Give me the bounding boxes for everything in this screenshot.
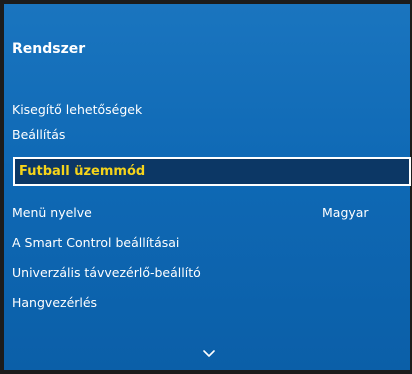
chevron-down-icon[interactable]	[203, 350, 215, 358]
menu-item-label: Univerzális távvezérlő-beállító	[12, 265, 201, 280]
menu-item-label: Menü nyelve	[12, 205, 92, 220]
menu-item-voice-control[interactable]: Hangvezérlés	[12, 293, 406, 313]
menu-item-universal-remote-setup[interactable]: Univerzális távvezérlő-beállító	[12, 263, 406, 283]
menu-item-label: Beállítás	[12, 127, 66, 142]
menu-item-accessibility[interactable]: Kisegítő lehetőségek	[12, 100, 406, 120]
menu-item-smart-control-settings[interactable]: A Smart Control beállításai	[12, 233, 406, 253]
menu-item-menu-language[interactable]: Menü nyelve Magyar	[12, 203, 406, 223]
menu-item-label: Futball üzemmód	[19, 164, 146, 179]
settings-menu-panel: Rendszer Kisegítő lehetőségek Beállítás …	[4, 4, 411, 370]
menu-item-label: Hangvezérlés	[12, 295, 98, 310]
menu-item-setup[interactable]: Beállítás	[12, 125, 406, 145]
menu-item-label: A Smart Control beállításai	[12, 235, 180, 250]
menu-item-football-mode[interactable]: Futball üzemmód	[13, 157, 411, 186]
menu-item-label: Kisegítő lehetőségek	[12, 102, 143, 117]
menu-title: Rendszer	[12, 41, 86, 57]
menu-language-value: Magyar	[322, 205, 369, 220]
